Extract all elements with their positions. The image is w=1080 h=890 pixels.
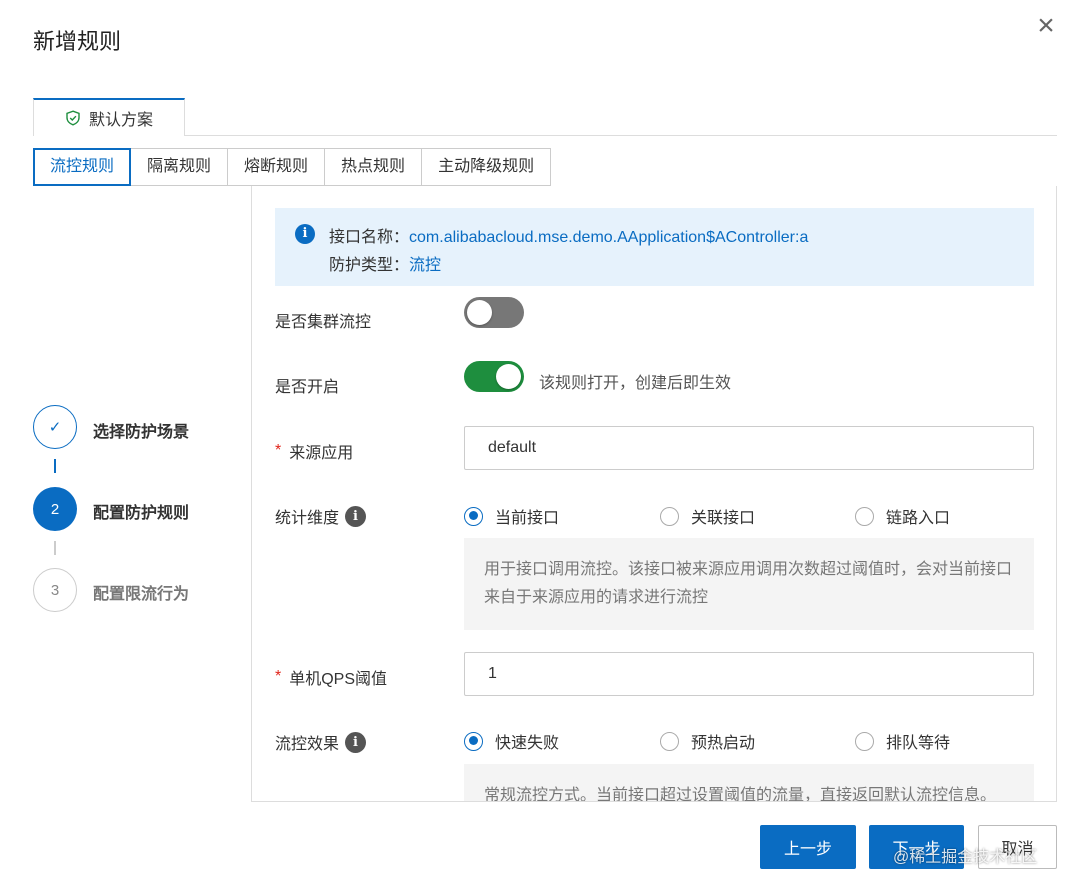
qps-threshold-label: * 单机QPS阈值 <box>275 665 387 689</box>
source-app-label-text: 来源应用 <box>289 445 354 462</box>
tab-isolation[interactable]: 隔离规则 <box>131 148 229 186</box>
required-mark: * <box>275 668 282 685</box>
source-app-input[interactable] <box>464 426 1034 470</box>
interface-name-value: com.alibabacloud.mse.demo.AApplication$A… <box>409 229 809 246</box>
shield-check-icon <box>66 110 80 126</box>
required-mark: * <box>275 442 282 459</box>
stat-dimension-description: 用于接口调用流控。该接口被来源应用调用次数超过阈值时，会对当前接口来自于来源应用… <box>464 538 1034 630</box>
radio-label: 关联接口 <box>691 510 756 527</box>
enable-toggle[interactable] <box>464 361 524 392</box>
cluster-flow-toggle[interactable] <box>464 297 524 328</box>
protection-type-label: 防护类型： <box>329 257 410 274</box>
control-effect-label-text: 流控效果 <box>275 736 340 753</box>
enable-label-text: 是否开启 <box>275 379 340 396</box>
radio-dot <box>660 731 679 751</box>
step-connector <box>54 459 56 473</box>
stat-dimension-label: 统计维度 i <box>275 504 367 528</box>
radio-dot <box>464 506 483 526</box>
radio-label: 预热启动 <box>691 735 756 752</box>
step-2-marker: 2 <box>33 487 77 531</box>
radio-label: 快速失败 <box>495 735 560 752</box>
tab-circuit-breaker[interactable]: 熔断规则 <box>228 148 326 186</box>
protection-type-value: 流控 <box>409 257 442 274</box>
info-icon: i <box>295 224 315 244</box>
qps-threshold-label-text: 单机QPS阈值 <box>289 671 388 688</box>
radio-fail-fast[interactable]: 快速失败 <box>464 729 559 753</box>
tab-default-scheme[interactable]: 默认方案 <box>33 98 185 136</box>
control-effect-label: 流控效果 i <box>275 730 367 754</box>
cancel-button[interactable]: 取消 <box>978 825 1057 869</box>
info-banner: i 接口名称：com.alibabacloud.mse.demo.AApplic… <box>275 208 1034 286</box>
radio-dot <box>660 506 679 526</box>
tab-flow-control[interactable]: 流控规则 <box>33 148 132 186</box>
dialog-title: 新增规则 <box>33 29 122 54</box>
step-3-label: 配置限流行为 <box>93 586 190 603</box>
enable-hint: 该规则打开，创建后即生效 <box>539 375 732 392</box>
radio-dot <box>855 731 874 751</box>
control-effect-description: 常规流控方式。当前接口超过设置阈值的流量，直接返回默认流控信息。 <box>464 764 1034 801</box>
radio-warm-up[interactable]: 预热启动 <box>660 729 755 753</box>
tab-divider <box>33 135 1057 136</box>
step-2-label: 配置防护规则 <box>93 505 190 522</box>
tab-default-scheme-label: 默认方案 <box>88 112 153 129</box>
radio-dot <box>464 731 483 751</box>
radio-chain-entry[interactable]: 链路入口 <box>855 504 950 528</box>
prev-step-button[interactable]: 上一步 <box>760 825 856 869</box>
step-1-label: 选择防护场景 <box>93 424 190 441</box>
toggle-knob <box>467 300 492 325</box>
step-3-marker: 3 <box>33 568 77 612</box>
rule-form-panel: i 接口名称：com.alibabacloud.mse.demo.AApplic… <box>251 186 1057 802</box>
radio-label: 当前接口 <box>495 510 560 527</box>
qps-threshold-input[interactable] <box>464 652 1034 696</box>
step-1-check-icon: ✓ <box>33 405 77 449</box>
cluster-flow-label-text: 是否集群流控 <box>275 314 372 331</box>
close-icon[interactable]: × <box>1032 11 1060 41</box>
enable-label: 是否开启 <box>275 373 339 397</box>
source-app-label: * 来源应用 <box>275 439 353 463</box>
info-icon[interactable]: i <box>345 731 367 753</box>
stat-dimension-label-text: 统计维度 <box>275 510 340 527</box>
interface-name-label: 接口名称： <box>329 229 410 246</box>
toggle-knob <box>496 364 521 389</box>
tab-active-degrade[interactable]: 主动降级规则 <box>422 148 552 186</box>
radio-dot <box>855 506 874 526</box>
radio-queue-wait[interactable]: 排队等待 <box>855 729 950 753</box>
step-connector <box>54 541 56 555</box>
cluster-flow-label: 是否集群流控 <box>275 308 371 332</box>
interface-name-row: 接口名称：com.alibabacloud.mse.demo.AApplicat… <box>329 223 808 247</box>
radio-label: 排队等待 <box>886 735 951 752</box>
rule-tabs: 流控规则 隔离规则 熔断规则 热点规则 主动降级规则 <box>33 148 552 186</box>
radio-current-interface[interactable]: 当前接口 <box>464 504 559 528</box>
tab-hotspot[interactable]: 热点规则 <box>325 148 423 186</box>
radio-label: 链路入口 <box>886 510 951 527</box>
next-step-button[interactable]: 下一步 <box>869 825 964 869</box>
info-icon[interactable]: i <box>345 505 367 527</box>
protection-type-row: 防护类型：流控 <box>329 251 441 275</box>
radio-related-interface[interactable]: 关联接口 <box>660 504 755 528</box>
